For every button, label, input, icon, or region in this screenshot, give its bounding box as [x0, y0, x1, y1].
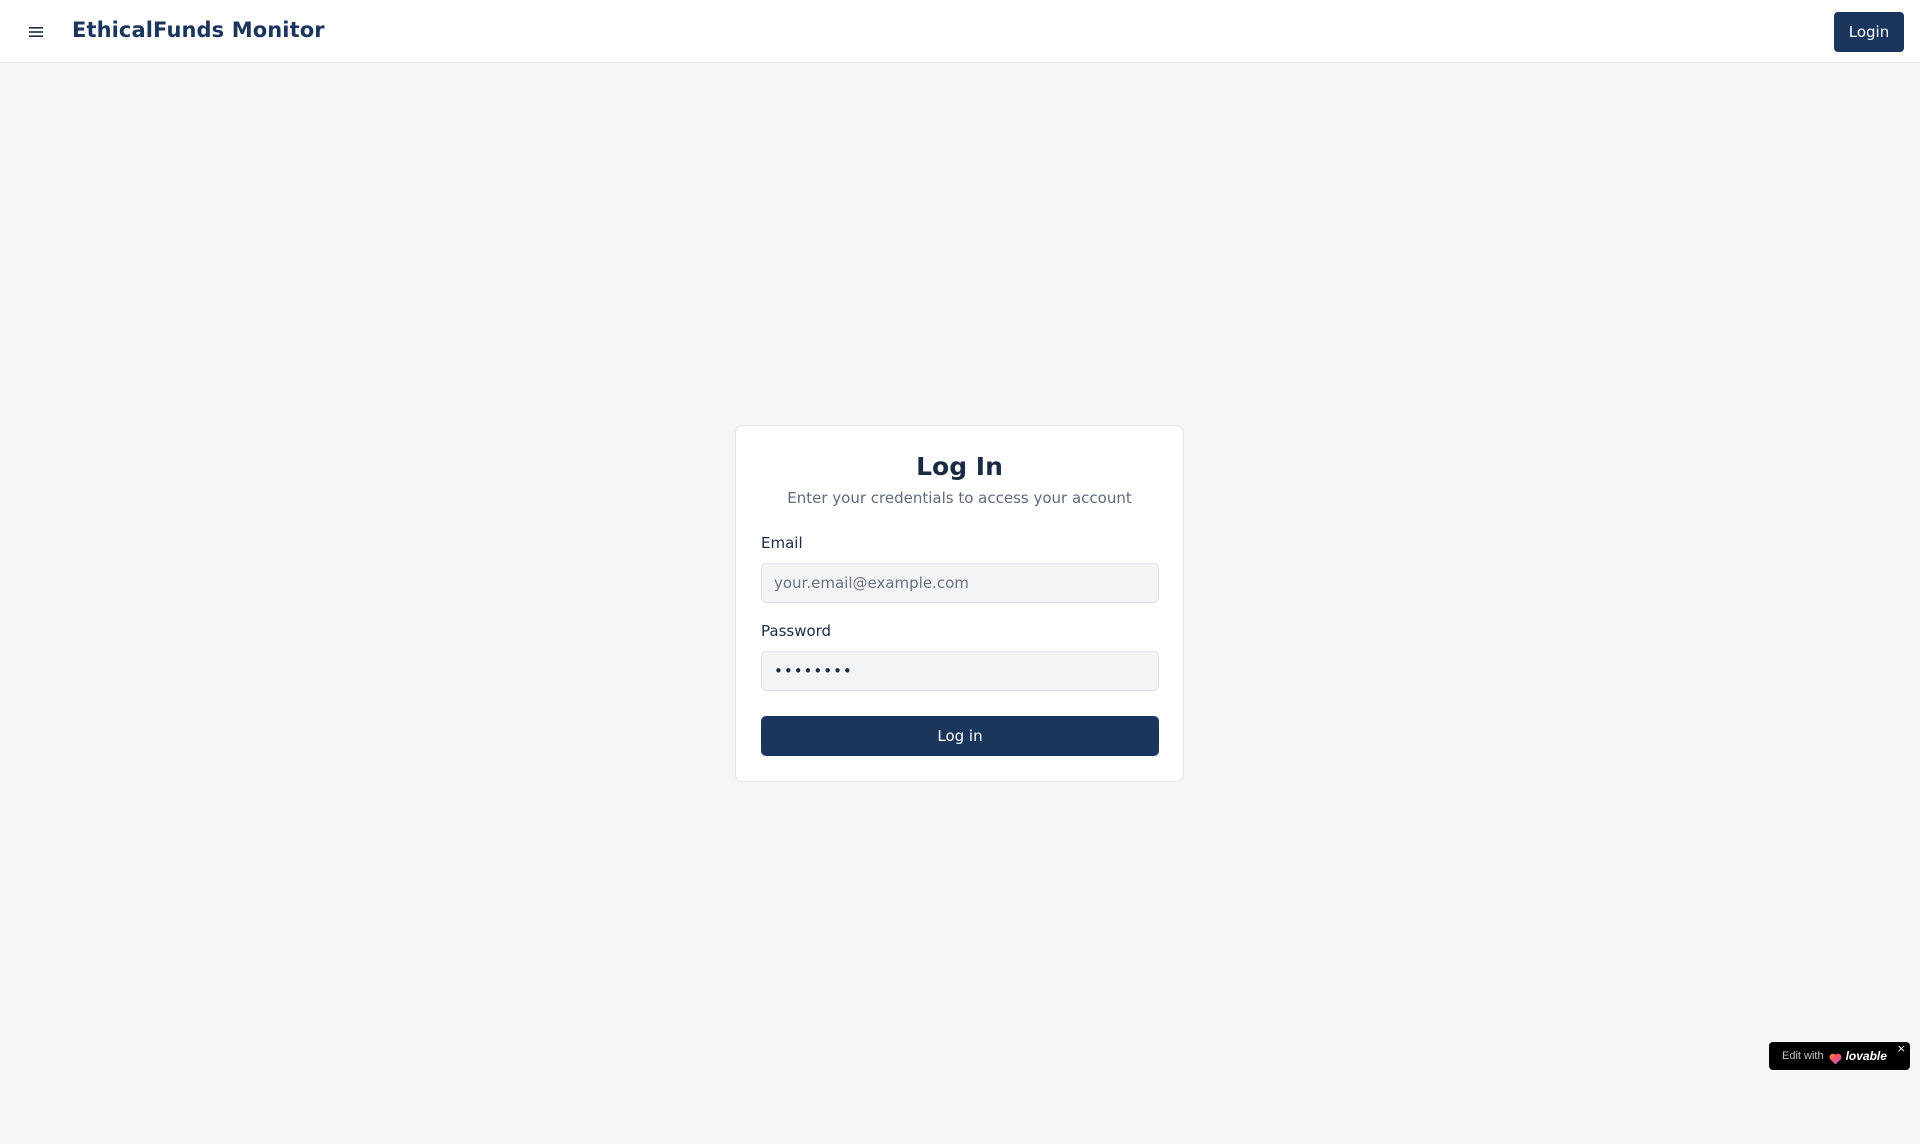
close-icon[interactable]: ×: [1897, 1043, 1906, 1055]
app-title[interactable]: EthicalFunds Monitor: [72, 18, 325, 42]
email-field[interactable]: [761, 563, 1159, 603]
password-label: Password: [761, 622, 832, 640]
hamburger-menu-icon[interactable]: [22, 18, 50, 46]
login-title: Log In: [916, 452, 1003, 481]
top-navbar: EthicalFunds Monitor Login: [0, 0, 1920, 63]
edit-with-lovable-badge[interactable]: Edit with lovable ×: [1769, 1042, 1910, 1070]
badge-prefix: Edit with: [1782, 1050, 1824, 1062]
main-content: Log In Enter your credentials to access …: [0, 63, 1920, 1144]
badge-brand: lovable: [1845, 1049, 1887, 1063]
email-label: Email: [761, 534, 803, 552]
header-login-button[interactable]: Login: [1834, 12, 1904, 52]
login-card: Log In Enter your credentials to access …: [735, 425, 1184, 782]
lovable-heart-icon: [1829, 1050, 1842, 1065]
login-subtitle: Enter your credentials to access your ac…: [787, 489, 1132, 507]
password-field[interactable]: [761, 651, 1159, 691]
login-submit-button[interactable]: Log in: [761, 716, 1159, 756]
page: EthicalFunds Monitor Login Log In Enter …: [0, 0, 1920, 1144]
